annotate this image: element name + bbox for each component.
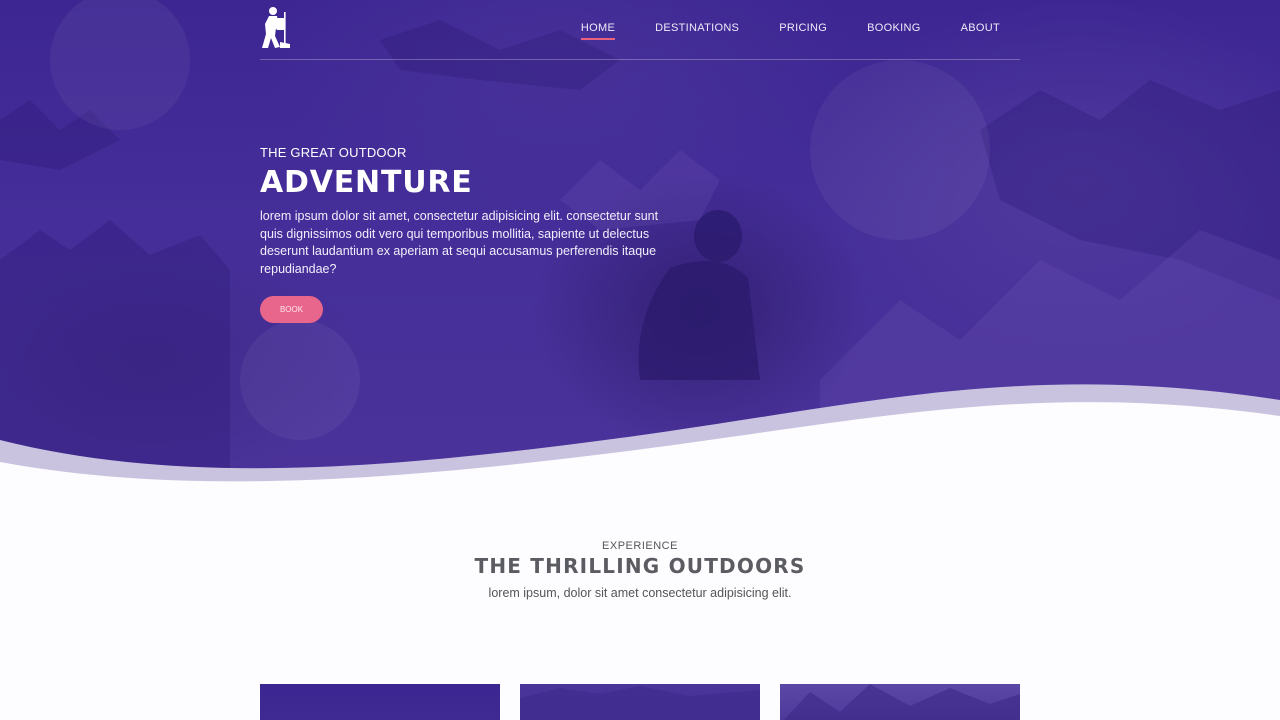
forest-image — [783, 684, 1020, 720]
hiker-icon[interactable] — [260, 6, 292, 50]
nav-home[interactable]: HOME — [580, 22, 616, 40]
nav-destinations[interactable]: DESTINATIONS — [655, 22, 739, 40]
section-title: THE THRILLING OUTDOORS — [474, 554, 806, 578]
hero-description: lorem ipsum dolor sit amet, consectetur … — [260, 209, 659, 276]
nav-pricing[interactable]: PRICING — [779, 22, 827, 40]
experience-section: EXPERIENCE THE THRILLING OUTDOORS lorem … — [0, 540, 1280, 600]
hero-title: ADVENTURE — [260, 165, 473, 200]
destination-card-2[interactable] — [520, 684, 760, 720]
section-eyebrow: EXPERIENCE — [602, 540, 678, 552]
destination-cards — [260, 684, 1020, 720]
nav-about[interactable]: ABOUT — [961, 22, 1000, 40]
hero-eyebrow: THE GREAT OUTDOOR — [260, 145, 407, 160]
wave-divider — [0, 384, 1280, 500]
wave-front — [0, 402, 1280, 500]
book-button[interactable]: BOOK — [260, 296, 323, 323]
nav-booking[interactable]: BOOKING — [867, 22, 920, 40]
hero-content: THE GREAT OUTDOOR ADVENTURE lorem ipsum … — [260, 145, 660, 323]
top-navigation: HOME DESTINATIONS PRICING BOOKING ABOUT — [260, 0, 1020, 60]
destination-card-3[interactable] — [780, 684, 1020, 720]
mountain-image — [520, 686, 760, 720]
destination-card-1[interactable] — [260, 684, 500, 720]
section-description: lorem ipsum, dolor sit amet consectetur … — [488, 586, 792, 600]
